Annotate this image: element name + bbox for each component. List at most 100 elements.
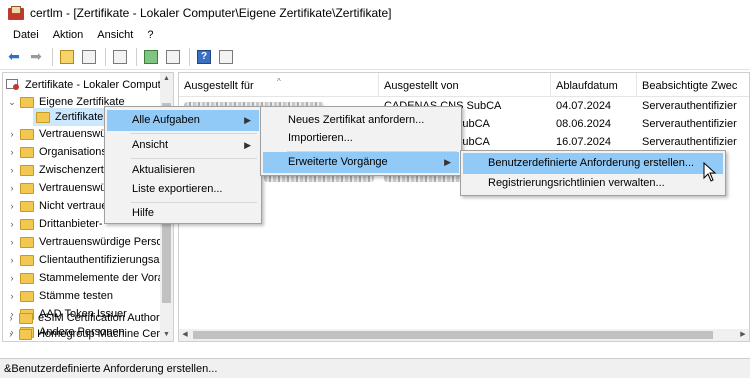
submenu-arrow-icon: ▶ bbox=[244, 115, 251, 125]
column-header-zweck[interactable]: Beabsichtigte Zwec bbox=[637, 73, 749, 97]
mouse-pointer-icon bbox=[703, 162, 717, 182]
submenu-alle-aufgaben: Neues Zertifikat anfordern... Importiere… bbox=[260, 106, 462, 176]
menu-item-registrierungsrichtlinien[interactable]: Registrierungsrichtlinien verwalten... bbox=[463, 173, 723, 194]
toolbar-separator bbox=[136, 47, 137, 66]
tree-item[interactable]: › Organisations bbox=[7, 143, 107, 161]
menu-item-ansicht[interactable]: Ansicht ▶ bbox=[107, 135, 259, 156]
folder-icon bbox=[36, 111, 50, 123]
certlm-app-icon bbox=[8, 6, 24, 20]
folder-icon bbox=[19, 312, 33, 324]
submenu-arrow-icon: ▶ bbox=[444, 157, 451, 167]
expand-chevron-icon[interactable]: › bbox=[7, 183, 17, 193]
status-bar: &Benutzerdefinierte Anforderung erstelle… bbox=[0, 358, 750, 378]
cell-purpose: Serverauthentifizier bbox=[642, 118, 737, 130]
list-header: Ausgestellt für ^ Ausgestellt von Ablaufd… bbox=[179, 73, 749, 97]
tree-item[interactable]: › Drittanbieter- bbox=[7, 215, 103, 233]
expand-chevron-icon[interactable]: › bbox=[7, 201, 17, 211]
folder-icon bbox=[20, 236, 34, 248]
folder-icon bbox=[20, 146, 34, 158]
submenu-erweiterte-vorgaenge: Benutzerdefinierte Anforderung erstellen… bbox=[460, 150, 726, 196]
scroll-up-arrow-icon[interactable]: ▲ bbox=[160, 73, 173, 85]
scroll-left-arrow-icon[interactable]: ◀ bbox=[179, 329, 191, 341]
tree-item[interactable]: › Zwischenzerti bbox=[7, 161, 107, 179]
help-icon[interactable]: ? bbox=[194, 47, 214, 67]
window-title: certlm - [Zertifikate - Lokaler Computer… bbox=[30, 6, 392, 20]
tree-item[interactable]: › Homegroup Machine Cer bbox=[6, 325, 160, 343]
cell-expires: 16.07.2024 bbox=[556, 136, 612, 148]
menu-item-aktualisieren[interactable]: Aktualisieren bbox=[107, 160, 259, 181]
folder-icon bbox=[20, 96, 34, 108]
title-bar: certlm - [Zertifikate - Lokaler Computer… bbox=[0, 0, 750, 26]
back-arrow-icon[interactable]: ⬅ bbox=[4, 47, 24, 67]
show-hide-tree-icon[interactable] bbox=[79, 47, 99, 67]
menu-separator bbox=[131, 133, 257, 134]
folder-icon bbox=[20, 272, 34, 284]
forward-arrow-icon[interactable]: ➡ bbox=[26, 47, 46, 67]
cell-expires: 04.07.2024 bbox=[556, 100, 612, 112]
menu-datei[interactable]: Datei bbox=[6, 29, 46, 41]
expand-chevron-icon[interactable]: › bbox=[7, 129, 17, 139]
collapse-chevron-icon[interactable]: ⌄ bbox=[7, 97, 17, 108]
expand-chevron-icon[interactable]: › bbox=[7, 273, 17, 283]
expand-chevron-icon[interactable]: › bbox=[6, 313, 16, 323]
menu-item-liste-exportieren[interactable]: Liste exportieren... bbox=[107, 179, 259, 200]
expand-chevron-icon[interactable]: › bbox=[7, 165, 17, 175]
expand-chevron-icon[interactable]: › bbox=[6, 329, 16, 339]
list-horizontal-scrollbar[interactable]: ◀ ▶ bbox=[179, 329, 749, 341]
folder-icon bbox=[20, 128, 34, 140]
certificate-icon bbox=[6, 79, 20, 91]
cell-expires: 08.06.2024 bbox=[556, 118, 612, 130]
expand-chevron-icon[interactable]: › bbox=[7, 255, 17, 265]
toolbar-separator bbox=[52, 47, 53, 66]
folder-icon bbox=[20, 182, 34, 194]
scroll-down-arrow-icon[interactable]: ▼ bbox=[160, 329, 173, 341]
cell-purpose: Serverauthentifizier bbox=[642, 136, 737, 148]
menu-item-benutzerdefinierte-anforderung[interactable]: Benutzerdefinierte Anforderung erstellen… bbox=[463, 153, 723, 174]
sort-caret-icon: ^ bbox=[277, 77, 281, 86]
tree-item-zertifikate[interactable]: Zertifikate bbox=[33, 108, 113, 126]
menu-ansicht[interactable]: Ansicht bbox=[90, 29, 140, 41]
menu-item-importieren[interactable]: Importieren... bbox=[263, 128, 459, 149]
tree-item[interactable]: › Clientauthentifizierungsau bbox=[7, 251, 166, 269]
folder-icon bbox=[20, 290, 34, 302]
menu-separator bbox=[131, 158, 257, 159]
tree-item[interactable]: › Stämme testen bbox=[7, 287, 113, 305]
tree-item[interactable]: › Nicht vertraue bbox=[7, 197, 108, 215]
tree-item[interactable]: › Vertrauenswü bbox=[7, 125, 107, 143]
menu-item-erweiterte-vorgaenge[interactable]: Erweiterte Vorgänge ▶ bbox=[263, 152, 459, 173]
toolbar-separator bbox=[189, 47, 190, 66]
tree-root[interactable]: Zertifikate - Lokaler Compute bbox=[5, 76, 167, 94]
toolbar: ⬅ ➡ ? bbox=[0, 44, 750, 70]
expand-chevron-icon[interactable]: › bbox=[7, 291, 17, 301]
expand-chevron-icon[interactable]: › bbox=[7, 219, 17, 229]
folder-icon bbox=[20, 254, 34, 266]
folder-icon bbox=[20, 164, 34, 176]
expand-chevron-icon[interactable]: › bbox=[7, 147, 17, 157]
tree-item[interactable]: › Vertrauenswürdige Personen bbox=[7, 233, 174, 251]
properties-icon[interactable] bbox=[216, 47, 236, 67]
folder-icon bbox=[20, 200, 34, 212]
menu-help[interactable]: ? bbox=[140, 29, 160, 41]
menu-bar: Datei Aktion Ansicht ? bbox=[0, 26, 750, 44]
expand-chevron-icon[interactable]: › bbox=[7, 237, 17, 247]
scroll-thumb[interactable] bbox=[193, 331, 713, 339]
folder-icon bbox=[18, 328, 33, 340]
refresh-icon[interactable] bbox=[141, 47, 161, 67]
column-header-ausgestellt-fuer[interactable]: Ausgestellt für ^ bbox=[179, 73, 379, 97]
up-folder-icon[interactable] bbox=[57, 47, 77, 67]
submenu-arrow-icon: ▶ bbox=[244, 140, 251, 150]
menu-aktion[interactable]: Aktion bbox=[46, 29, 91, 41]
folder-icon bbox=[20, 218, 34, 230]
context-menu: Alle Aufgaben ▶ Ansicht ▶ Aktualisieren Li… bbox=[104, 106, 262, 224]
clipboard-icon[interactable] bbox=[110, 47, 130, 67]
menu-item-alle-aufgaben[interactable]: Alle Aufgaben ▶ bbox=[107, 110, 259, 131]
tree-item[interactable]: › Vertrauenswü bbox=[7, 179, 107, 197]
menu-item-hilfe[interactable]: Hilfe bbox=[107, 203, 259, 224]
scroll-right-arrow-icon[interactable]: ▶ bbox=[737, 329, 749, 341]
toolbar-separator bbox=[105, 47, 106, 66]
column-header-ablaufdatum[interactable]: Ablaufdatum bbox=[551, 73, 637, 97]
cell-purpose: Serverauthentifizier bbox=[642, 100, 737, 112]
export-list-icon[interactable] bbox=[163, 47, 183, 67]
column-header-ausgestellt-von[interactable]: Ausgestellt von bbox=[379, 73, 551, 97]
tree-item[interactable]: › Stammelemente der Vorab bbox=[7, 269, 170, 287]
